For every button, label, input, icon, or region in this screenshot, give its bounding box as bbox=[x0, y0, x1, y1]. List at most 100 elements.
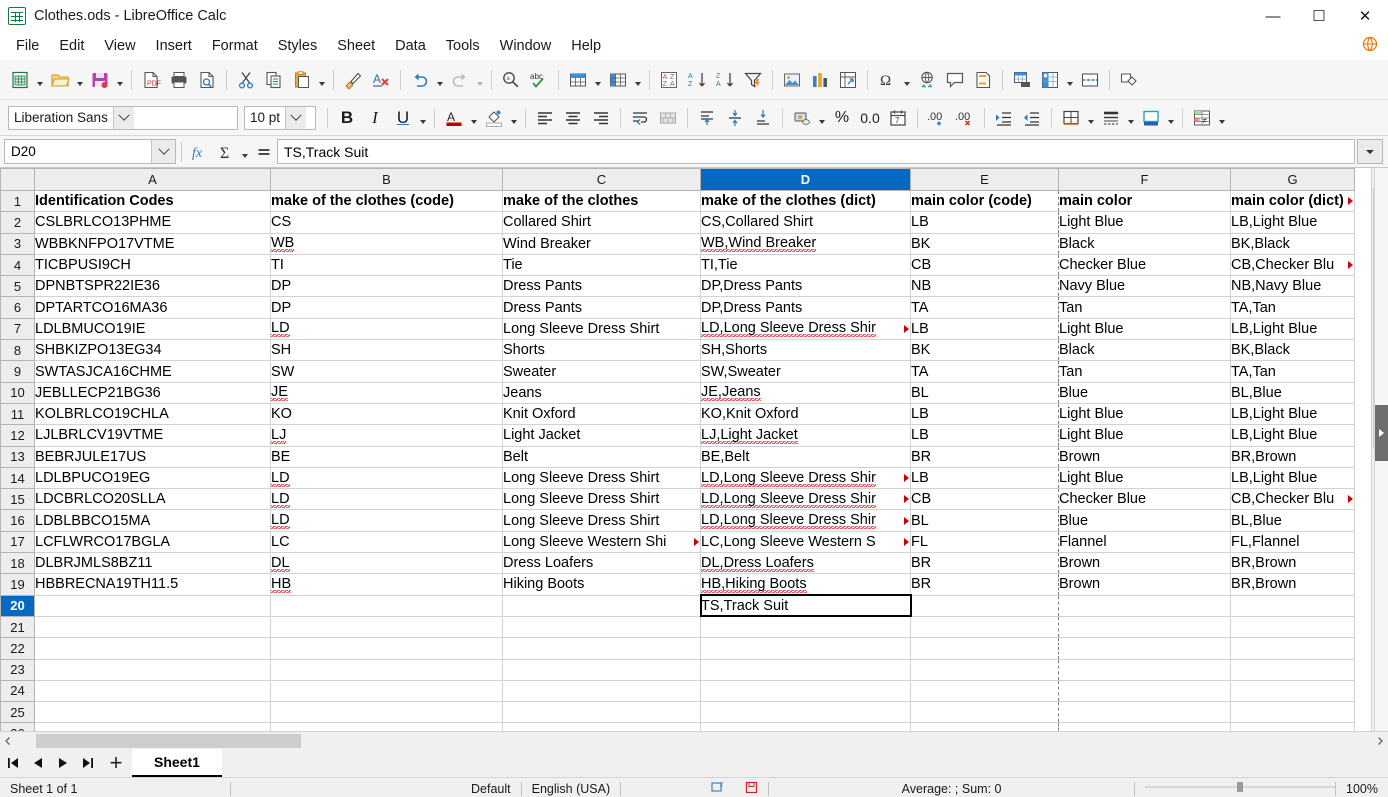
cell-B4[interactable]: TI bbox=[270, 254, 503, 277]
cell-B24[interactable] bbox=[270, 680, 503, 703]
cell-F24[interactable] bbox=[1058, 680, 1231, 703]
row-header-2[interactable]: 2 bbox=[0, 211, 35, 234]
cell-E1[interactable]: main color (code) bbox=[910, 190, 1059, 213]
cell-F17[interactable]: Flannel bbox=[1058, 531, 1231, 554]
cell-B19[interactable]: HB bbox=[270, 573, 503, 596]
find-replace-icon[interactable]: a bbox=[497, 66, 525, 94]
cell-G15[interactable]: CB,Checker Blu bbox=[1230, 488, 1355, 511]
cell-E15[interactable]: CB bbox=[910, 488, 1059, 511]
maximize-button[interactable]: ☐ bbox=[1296, 0, 1342, 32]
row-icon[interactable] bbox=[564, 66, 592, 94]
new-document-icon[interactable] bbox=[6, 66, 34, 94]
cell-D13[interactable]: BE,Belt bbox=[700, 446, 911, 468]
cell-F22[interactable] bbox=[1058, 637, 1231, 660]
currency-dropdown[interactable] bbox=[816, 104, 828, 132]
spelling-icon[interactable]: abc bbox=[525, 66, 553, 94]
cell-C20[interactable] bbox=[502, 595, 701, 617]
menu-help[interactable]: Help bbox=[561, 35, 611, 57]
save-dropdown[interactable] bbox=[114, 66, 126, 94]
cell-C1[interactable]: make of the clothes bbox=[502, 190, 701, 213]
cell-E13[interactable]: BR bbox=[910, 446, 1059, 468]
menu-styles[interactable]: Styles bbox=[268, 35, 328, 57]
cell-E25[interactable] bbox=[910, 701, 1059, 724]
cell-C23[interactable] bbox=[502, 659, 701, 681]
cell-E22[interactable] bbox=[910, 637, 1059, 660]
cell-A25[interactable] bbox=[34, 701, 271, 724]
cell-A24[interactable] bbox=[34, 680, 271, 703]
cell-B1[interactable]: make of the clothes (code) bbox=[270, 190, 503, 213]
cell-B26[interactable] bbox=[270, 722, 503, 731]
document-modified-icon[interactable] bbox=[735, 781, 768, 797]
cell-D23[interactable] bbox=[700, 659, 911, 681]
cell-A14[interactable]: LDLBPUCO19EG bbox=[34, 467, 271, 490]
cell-E21[interactable] bbox=[910, 616, 1059, 639]
add-decimal-place-icon[interactable]: .00 bbox=[923, 104, 951, 132]
cell-F5[interactable]: Navy Blue bbox=[1058, 275, 1231, 298]
cell-F10[interactable]: Blue bbox=[1058, 382, 1231, 404]
redo-icon[interactable] bbox=[446, 66, 474, 94]
row-header-4[interactable]: 4 bbox=[0, 253, 35, 277]
row-header-19[interactable]: 19 bbox=[0, 573, 35, 596]
row-header-16[interactable]: 16 bbox=[0, 509, 35, 532]
bold-button[interactable]: B bbox=[333, 104, 361, 132]
cell-G25[interactable] bbox=[1230, 701, 1355, 724]
cell-C3[interactable]: Wind Breaker bbox=[502, 233, 701, 255]
comment-icon[interactable] bbox=[941, 66, 969, 94]
new-document-dropdown[interactable] bbox=[34, 66, 46, 94]
cell-B16[interactable]: LD bbox=[270, 509, 503, 532]
sort-icon[interactable]: AZZA bbox=[655, 66, 683, 94]
cell-A5[interactable]: DPNBTSPR22IE36 bbox=[34, 275, 271, 298]
column-header-d[interactable]: D bbox=[700, 168, 911, 191]
cell-C25[interactable] bbox=[502, 701, 701, 724]
column-icon[interactable] bbox=[604, 66, 632, 94]
menu-data[interactable]: Data bbox=[385, 35, 436, 57]
format-as-number-icon[interactable]: 0.0 bbox=[856, 104, 884, 132]
row-header-17[interactable]: 17 bbox=[0, 530, 35, 554]
row-header-14[interactable]: 14 bbox=[0, 466, 35, 490]
cell-B3[interactable]: WB bbox=[270, 233, 503, 255]
cell-G24[interactable] bbox=[1230, 680, 1355, 703]
cell-G23[interactable] bbox=[1230, 659, 1355, 681]
cell-G16[interactable]: BL,Blue bbox=[1230, 509, 1355, 532]
cell-F4[interactable]: Checker Blue bbox=[1058, 254, 1231, 277]
first-sheet-icon[interactable] bbox=[0, 749, 25, 777]
cell-F16[interactable]: Blue bbox=[1058, 509, 1231, 532]
cell-D8[interactable]: SH,Shorts bbox=[700, 339, 911, 362]
insert-mode-icon[interactable]: T bbox=[701, 781, 735, 796]
cell-D16[interactable]: LD,Long Sleeve Dress Shir bbox=[700, 509, 911, 532]
menu-sheet[interactable]: Sheet bbox=[327, 35, 385, 57]
cell-C21[interactable] bbox=[502, 616, 701, 639]
cell-E7[interactable]: LB bbox=[910, 318, 1059, 341]
cell-D20[interactable]: TS,Track Suit bbox=[699, 594, 912, 618]
cell-D11[interactable]: KO,Knit Oxford bbox=[700, 403, 911, 426]
select-all-corner[interactable] bbox=[0, 168, 35, 191]
row-dropdown[interactable] bbox=[592, 66, 604, 94]
horizontal-scroll-thumb[interactable] bbox=[36, 733, 301, 748]
undo-icon[interactable] bbox=[406, 66, 434, 94]
cell-G5[interactable]: NB,Navy Blue bbox=[1230, 275, 1355, 298]
cell-G20[interactable] bbox=[1230, 595, 1355, 617]
cell-A19[interactable]: HBBRECNA19TH11.5 bbox=[34, 573, 271, 596]
align-left-icon[interactable] bbox=[531, 104, 559, 132]
cell-C9[interactable]: Sweater bbox=[502, 360, 701, 383]
cell-C26[interactable] bbox=[502, 722, 701, 731]
cell-D25[interactable] bbox=[700, 701, 911, 724]
cell-G19[interactable]: BR,Brown bbox=[1230, 573, 1355, 596]
cell-B25[interactable] bbox=[270, 701, 503, 724]
undo-dropdown[interactable] bbox=[434, 66, 446, 94]
cell-B14[interactable]: LD bbox=[270, 467, 503, 490]
cell-E10[interactable]: BL bbox=[910, 382, 1059, 404]
cell-G6[interactable]: TA,Tan bbox=[1230, 296, 1355, 319]
cell-C10[interactable]: Jeans bbox=[502, 382, 701, 404]
cell-A21[interactable] bbox=[34, 616, 271, 639]
formula-equals-icon[interactable] bbox=[251, 138, 277, 166]
cell-B18[interactable]: DL bbox=[270, 552, 503, 575]
cell-C12[interactable]: Light Jacket bbox=[502, 424, 701, 447]
cell-A17[interactable]: LCFLWRCO17BGLA bbox=[34, 531, 271, 554]
freeze-rows-columns-icon[interactable] bbox=[1036, 66, 1064, 94]
row-header-23[interactable]: 23 bbox=[0, 658, 35, 681]
column-header-b[interactable]: B bbox=[270, 168, 503, 191]
pivot-table-icon[interactable] bbox=[834, 66, 862, 94]
cell-B23[interactable] bbox=[270, 659, 503, 681]
cell-F14[interactable]: Light Blue bbox=[1058, 467, 1231, 490]
